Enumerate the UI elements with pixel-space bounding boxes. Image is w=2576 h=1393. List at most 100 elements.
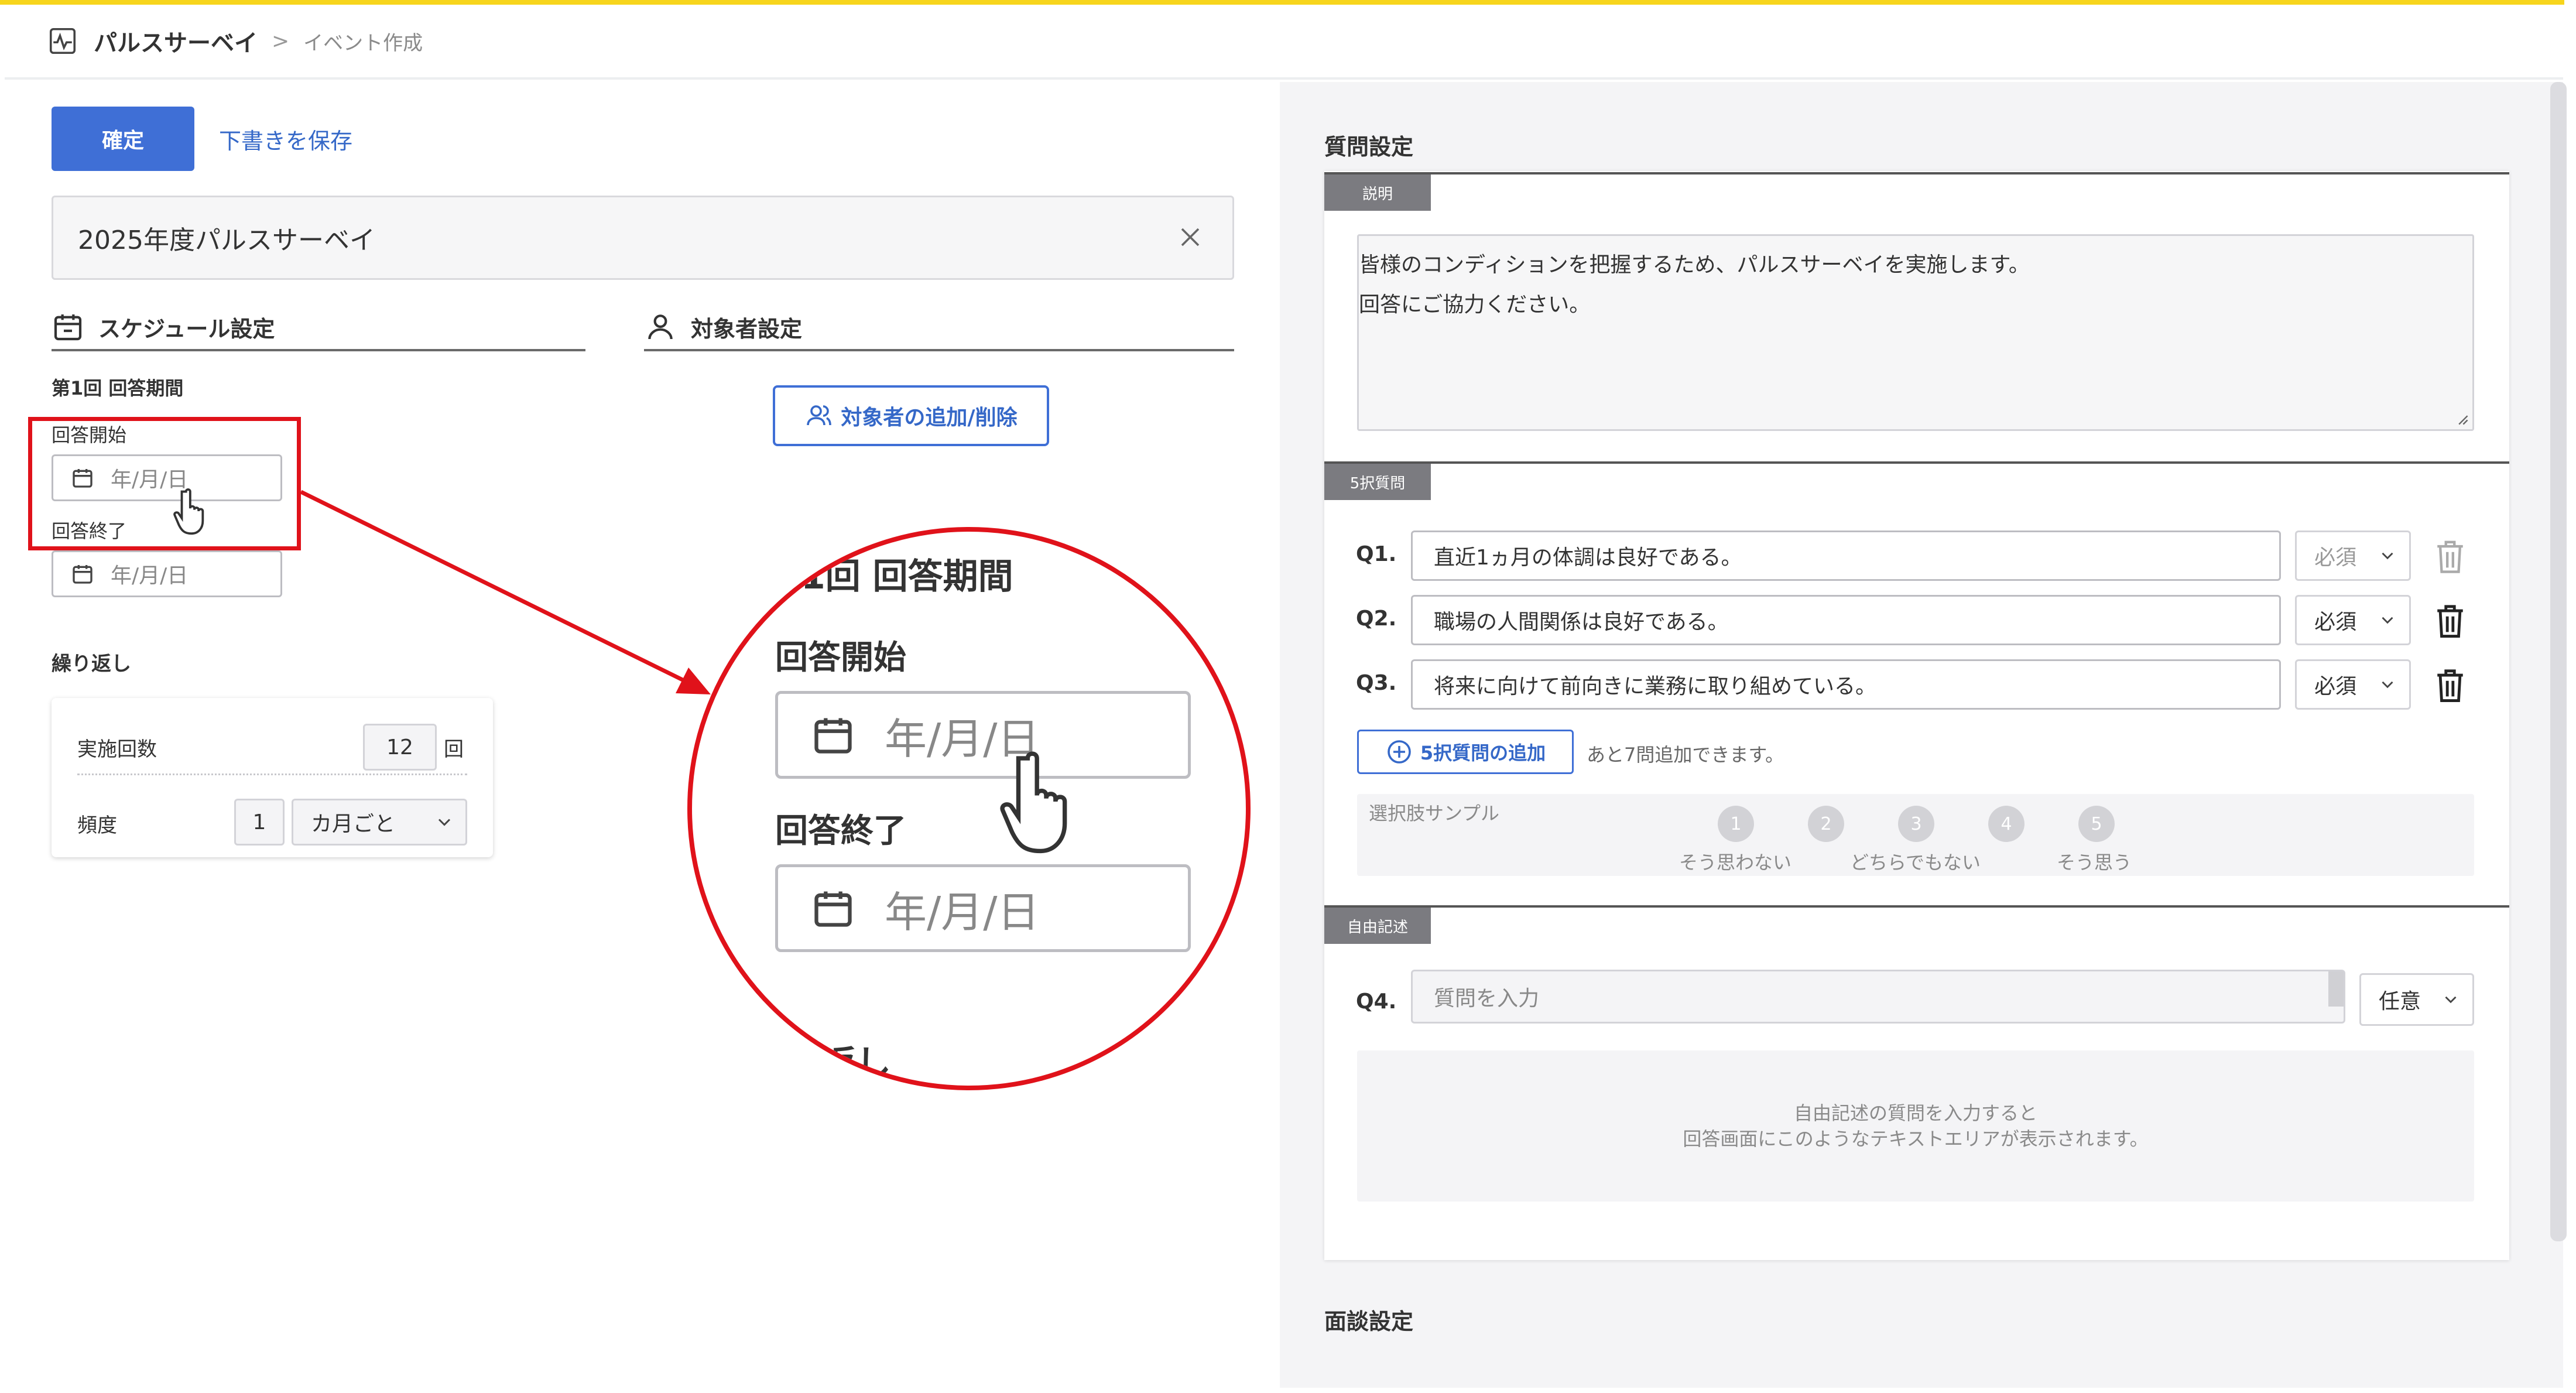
divider bbox=[1324, 905, 2509, 908]
chevron-down-icon bbox=[2445, 996, 2457, 1004]
question-settings-heading: 質問設定 bbox=[1324, 134, 1414, 160]
zoom-end-date: 年/月/日 bbox=[775, 864, 1191, 952]
end-date-placeholder: 年/月/日 bbox=[111, 564, 189, 588]
description-line-2: 回答にご協力ください。 bbox=[1359, 293, 1591, 317]
users-icon bbox=[807, 405, 832, 426]
zoom-repeat-label: 返し bbox=[821, 1043, 891, 1084]
chevron-down-icon bbox=[438, 819, 451, 826]
zoom-end-placeholder: 年/月/日 bbox=[885, 887, 1040, 937]
confirm-button[interactable]: 確定 bbox=[52, 107, 194, 171]
frequency-unit-value: カ月ごと bbox=[311, 812, 396, 836]
scale-point: 3 bbox=[1898, 806, 1934, 842]
remaining-count-text: あと7問追加できます。 bbox=[1587, 744, 1784, 766]
scale-label-high: そう思う bbox=[2057, 851, 2132, 874]
end-date-input[interactable]: 年/月/日 bbox=[52, 550, 282, 597]
q2-required-select[interactable]: 必須 bbox=[2295, 595, 2411, 645]
q4-optional-select[interactable]: 任意 bbox=[2359, 973, 2474, 1026]
frequency-label: 頻度 bbox=[77, 814, 117, 837]
q3-required-select[interactable]: 必須 bbox=[2295, 659, 2411, 710]
count-unit: 回 bbox=[444, 738, 464, 761]
close-icon[interactable] bbox=[1176, 223, 1204, 251]
trash-icon[interactable] bbox=[2433, 602, 2467, 639]
app-name[interactable]: パルスサーベイ bbox=[94, 24, 258, 58]
choice-sample-title: 選択肢サンプル bbox=[1369, 802, 1500, 824]
chevron-down-icon bbox=[2382, 552, 2393, 560]
q4-label: Q4. bbox=[1356, 990, 1397, 1014]
header-bar: パルスサーベイ > イベント作成 bbox=[5, 5, 2563, 80]
zoom-start-date: 年/月/日 bbox=[775, 691, 1191, 779]
repeat-heading: 繰り返し bbox=[52, 652, 131, 676]
page-scrollbar[interactable] bbox=[2550, 82, 2567, 1241]
q2-label: Q2. bbox=[1356, 607, 1397, 631]
plus-circle-icon bbox=[1388, 740, 1411, 764]
add-remove-targets-button[interactable]: 対象者の追加/削除 bbox=[773, 385, 1049, 446]
resize-handle-icon[interactable] bbox=[2455, 412, 2469, 426]
divider bbox=[1324, 461, 2509, 464]
save-draft-link[interactable]: 下書きを保存 bbox=[219, 123, 352, 155]
target-heading: 対象者設定 bbox=[691, 316, 803, 342]
q1-required-select[interactable]: 必須 bbox=[2295, 530, 2411, 581]
count-label: 実施回数 bbox=[77, 738, 157, 761]
scale-label-mid: どちらでもない bbox=[1850, 851, 1981, 874]
q3-required-value: 必須 bbox=[2314, 675, 2357, 699]
calendar-icon bbox=[814, 718, 852, 754]
breadcrumb-current: イベント作成 bbox=[303, 31, 423, 55]
frequency-input[interactable]: 1 bbox=[234, 799, 285, 846]
free-text-info-line-2: 回答画面にこのようなテキストエリアが表示されます。 bbox=[1683, 1128, 2149, 1150]
q1-required-value: 必須 bbox=[2314, 546, 2357, 570]
scale-point: 4 bbox=[1988, 806, 2025, 842]
scale-point: 1 bbox=[1718, 806, 1754, 842]
free-text-info-box: 自由記述の質問を入力すると 回答画面にこのようなテキストエリアが表示されます。 bbox=[1357, 1050, 2474, 1202]
q2-required-value: 必須 bbox=[2314, 610, 2357, 634]
target-section-header: 対象者設定 bbox=[644, 304, 1234, 351]
pulse-survey-icon bbox=[49, 28, 76, 54]
scale-label-low: そう思わない bbox=[1679, 851, 1792, 874]
description-line-1: 皆様のコンディションを把握するため、パルスサーベイを実施します。 bbox=[1359, 253, 2030, 277]
choice-sample-box: 選択肢サンプル 1 2 3 4 5 そう思わない どちらでもない そう思う bbox=[1357, 794, 2474, 876]
add-remove-targets-label: 対象者の追加/削除 bbox=[841, 406, 1018, 430]
top-accent-line bbox=[0, 0, 2564, 5]
q1-label: Q1. bbox=[1356, 542, 1397, 566]
free-text-tag: 自由記述 bbox=[1324, 908, 1431, 944]
add-choice-question-label: 5択質問の追加 bbox=[1420, 742, 1546, 764]
highlight-rectangle bbox=[28, 417, 301, 550]
q4-placeholder: 質問を入力 bbox=[1434, 987, 1540, 1011]
zoom-end-label: 回答終了 bbox=[775, 812, 906, 850]
scrollbar[interactable] bbox=[2328, 971, 2344, 1007]
frequency-unit-select[interactable]: カ月ごと bbox=[292, 799, 467, 846]
free-text-info-line-1: 自由記述の質問を入力すると bbox=[1793, 1102, 2037, 1124]
survey-title-value: 2025年度パルスサーベイ bbox=[78, 225, 375, 255]
q2-input[interactable]: 職場の人間関係は良好である。 bbox=[1411, 595, 2281, 645]
zoom-magnifier: 1回 回答期間 回答開始 年/月/日 回答終了 年/月/日 返し bbox=[687, 527, 1251, 1090]
q4-optional-value: 任意 bbox=[2379, 990, 2421, 1014]
add-choice-question-button[interactable]: 5択質問の追加 bbox=[1357, 730, 1574, 774]
period-label: 第1回 回答期間 bbox=[52, 377, 184, 399]
breadcrumb-separator: > bbox=[272, 29, 290, 53]
chevron-down-icon bbox=[2382, 681, 2393, 689]
chevron-down-icon bbox=[2382, 617, 2393, 624]
description-textarea[interactable]: 皆様のコンディションを把握するため、パルスサーベイを実施します。 回答にご協力く… bbox=[1357, 234, 2474, 431]
description-tag: 説明 bbox=[1324, 174, 1431, 211]
q1-input[interactable]: 直近1ヵ月の体調は良好である。 bbox=[1411, 530, 2281, 581]
repeat-settings-box: 実施回数 12 回 頻度 1 カ月ごと bbox=[52, 698, 493, 857]
trash-icon[interactable] bbox=[2433, 666, 2467, 704]
q4-input[interactable]: 質問を入力 bbox=[1411, 970, 2345, 1024]
choice-question-tag: 5択質問 bbox=[1324, 464, 1431, 500]
survey-title-input[interactable]: 2025年度パルスサーベイ bbox=[52, 196, 1234, 280]
zoom-start-label: 回答開始 bbox=[775, 639, 906, 677]
schedule-section-header: スケジュール設定 bbox=[52, 304, 585, 351]
hand-pointer-icon bbox=[1000, 751, 1067, 854]
user-icon bbox=[648, 314, 673, 340]
calendar-icon bbox=[73, 565, 93, 584]
count-input[interactable]: 12 bbox=[363, 724, 437, 771]
divider bbox=[1324, 172, 2509, 174]
scale-point: 5 bbox=[2078, 806, 2115, 842]
calendar-icon bbox=[814, 891, 852, 927]
q3-label: Q3. bbox=[1356, 671, 1397, 695]
scale-point: 2 bbox=[1808, 806, 1844, 842]
meeting-settings-heading: 面談設定 bbox=[1324, 1309, 1414, 1334]
q3-input[interactable]: 将来に向けて前向きに業務に取り組めている。 bbox=[1411, 659, 2281, 710]
zoom-period-label: 1回 回答期間 bbox=[801, 556, 1013, 597]
trash-icon[interactable] bbox=[2433, 538, 2467, 575]
calendar-icon bbox=[54, 314, 82, 341]
